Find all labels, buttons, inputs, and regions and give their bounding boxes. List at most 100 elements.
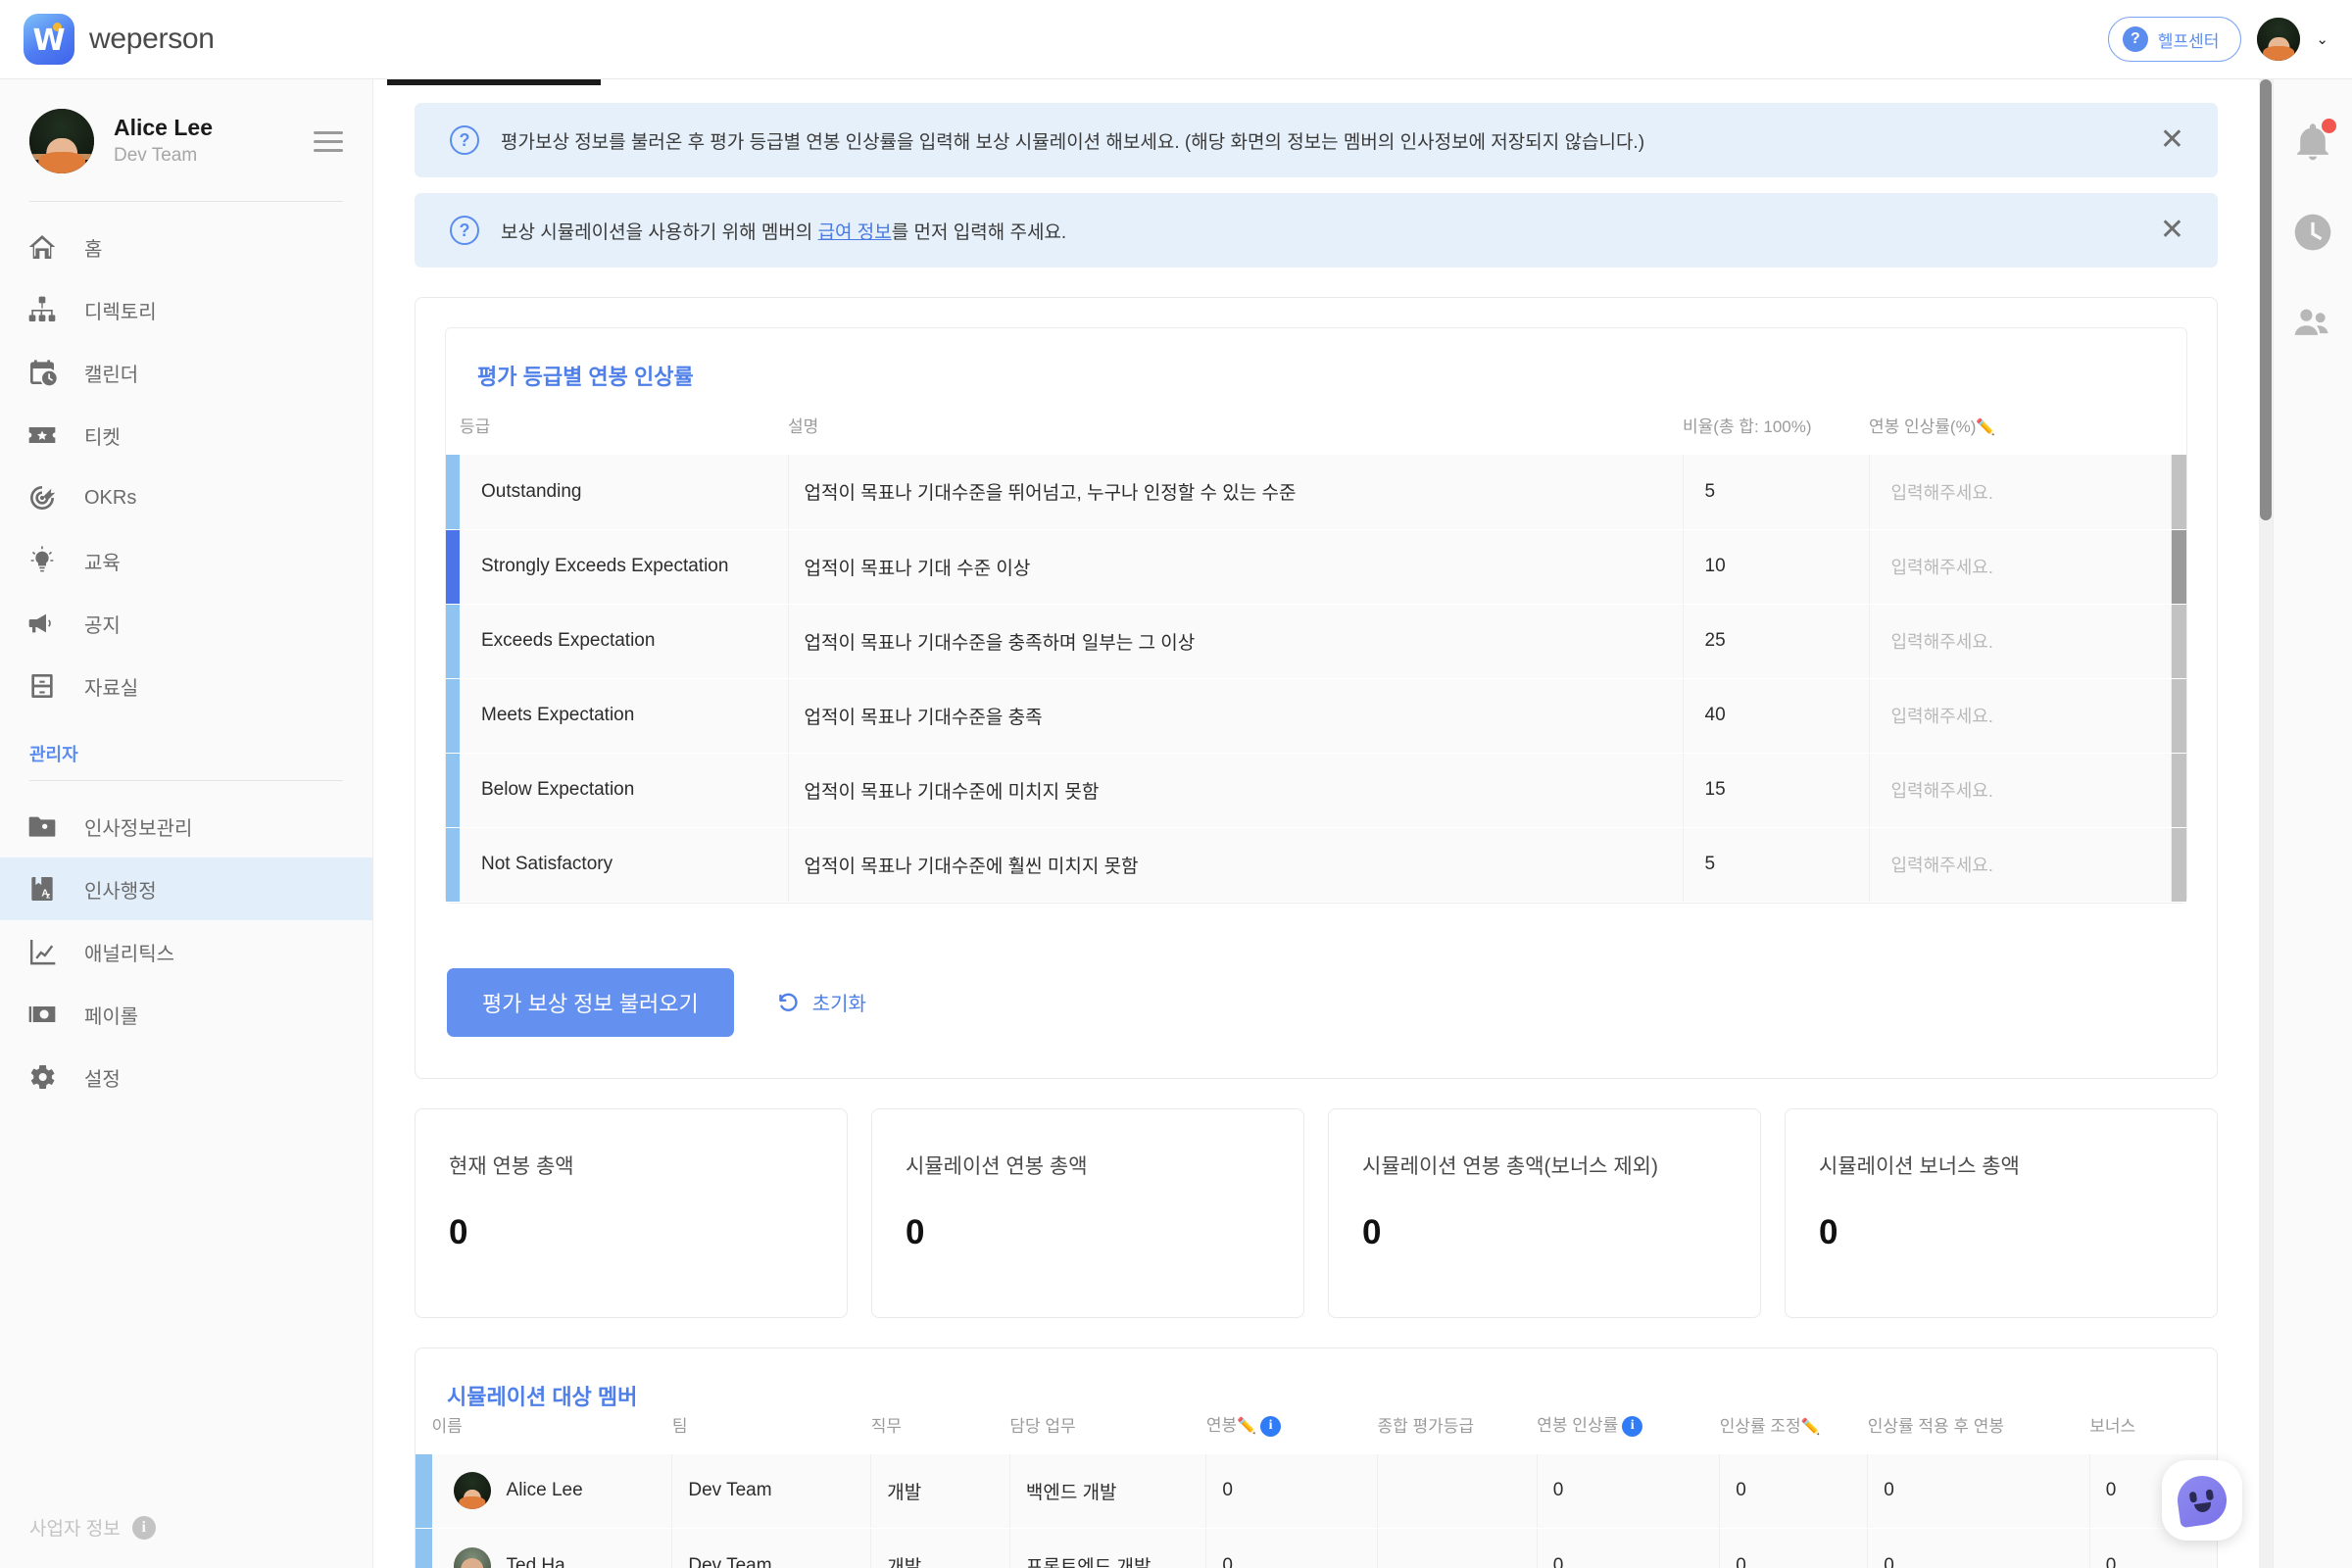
- grade-raise-input[interactable]: 입력해주세요.: [1869, 455, 2172, 530]
- gear-icon: [25, 1060, 59, 1094]
- table-row[interactable]: Exceeds Expectation 업적이 목표나 기대수준을 충족하며 일…: [446, 604, 2186, 679]
- page-scrollbar[interactable]: [2259, 79, 2273, 1568]
- close-icon[interactable]: ✕: [2160, 216, 2184, 245]
- sidebar-item-directory[interactable]: 디렉토리: [0, 278, 372, 341]
- member-table-body: Alice Lee Dev Team 개발 백엔드 개발 0 0 0 0 0 T…: [416, 1453, 2217, 1568]
- info-icon[interactable]: i: [1260, 1415, 1282, 1437]
- top-bar: W weperson ? 헬프센터 ⌄: [0, 0, 2352, 79]
- table-row[interactable]: Meets Expectation 업적이 목표나 기대수준을 충족 40 입력…: [446, 678, 2186, 754]
- sidebar-item-education[interactable]: 교육: [0, 529, 372, 592]
- sidebar-item-hr-info[interactable]: 인사정보관리: [0, 795, 372, 858]
- help-center-button[interactable]: ? 헬프센터: [2107, 17, 2242, 62]
- grade-raise-input[interactable]: 입력해주세요.: [1869, 753, 2172, 828]
- notification-badge: [2322, 119, 2336, 133]
- question-circle-icon: ?: [450, 125, 479, 155]
- summary-stats: 현재 연봉 총액 0 시뮬레이션 연봉 총액 0 시뮬레이션 연봉 총액(보너스…: [415, 1107, 2218, 1318]
- chat-mouth: [2194, 1501, 2213, 1514]
- alert-banner-simulation-info: ? 평가보상 정보를 불러온 후 평가 등급별 연봉 인상률을 입력해 보상 시…: [415, 103, 2218, 177]
- sidebar-item-analytics[interactable]: 애널리틱스: [0, 920, 372, 983]
- avatar[interactable]: [2257, 18, 2301, 61]
- member-salary[interactable]: 0: [1205, 1528, 1378, 1568]
- member-raise-adjust[interactable]: 0: [1719, 1528, 1869, 1568]
- member-table: 이름 팀 직무 담당 업무 연봉✏️ i 종합 평가등급 연봉 인상률 i 인상률 …: [416, 1411, 2217, 1568]
- clock-icon[interactable]: [2291, 211, 2334, 254]
- grade-raise-input[interactable]: 입력해주세요.: [1869, 827, 2172, 903]
- grade-raise-input[interactable]: 입력해주세요.: [1869, 604, 2172, 679]
- archive-icon: [25, 669, 59, 703]
- lightbulb-icon: [25, 544, 59, 577]
- member-col-duty: 담당 업무: [1009, 1416, 1076, 1436]
- sidebar-item-calendar[interactable]: 캘린더: [0, 341, 372, 404]
- grade-desc: 업적이 목표나 기대수준에 미치지 못함: [788, 753, 1684, 828]
- target-icon: [25, 481, 59, 514]
- grade-table-body: Outstanding 업적이 목표나 기대수준을 뛰어넘고, 누구나 인정할 …: [446, 455, 2186, 903]
- sidebar-item-ticket[interactable]: 티켓: [0, 404, 372, 466]
- brand-logo[interactable]: W weperson: [0, 14, 215, 65]
- table-row[interactable]: Outstanding 업적이 목표나 기대수준을 뛰어넘고, 누구나 인정할 …: [446, 455, 2186, 530]
- card-title: 시뮬레이션 대상 멤버: [447, 1384, 638, 1409]
- grade-desc: 업적이 목표나 기대수준을 충족하며 일부는 그 이상: [788, 604, 1684, 679]
- sidebar-item-hr-admin[interactable]: Az 인사행정: [0, 858, 372, 920]
- stat-card-current-total-salary: 현재 연봉 총액 0: [415, 1107, 848, 1318]
- sidebar-user[interactable]: Alice Lee Dev Team: [0, 79, 372, 173]
- main-content: ? 평가보상 정보를 불러온 후 평가 등급별 연봉 인상률을 입력해 보상 시…: [373, 79, 2259, 1568]
- close-icon[interactable]: ✕: [2160, 125, 2184, 155]
- grade-desc: 업적이 목표나 기대 수준 이상: [788, 529, 1684, 605]
- alert-message: 평가보상 정보를 불러온 후 평가 등급별 연봉 인상률을 입력해 보상 시뮬레…: [501, 131, 1645, 153]
- member-raise-adjust[interactable]: 0: [1719, 1453, 1869, 1530]
- grade-col-ratio: 비율(총 합: 100%): [1683, 417, 1812, 436]
- grade-raise-input[interactable]: 입력해주세요.: [1869, 678, 2172, 754]
- member-team: Dev Team: [671, 1528, 872, 1568]
- row-accent-bar: [446, 678, 460, 754]
- sidebar-item-payroll[interactable]: 페이롤: [0, 983, 372, 1046]
- table-row[interactable]: Strongly Exceeds Expectation 업적이 목표나 기대 …: [446, 529, 2186, 605]
- row-scroll-indicator: [2171, 827, 2186, 903]
- stat-value: 0: [1362, 1212, 1382, 1251]
- load-evaluation-compensation-button[interactable]: 평가 보상 정보 불러오기: [447, 967, 734, 1037]
- weperson-logo-icon: W: [24, 14, 74, 65]
- table-row[interactable]: Ted Ha Dev Team 개발 프론트엔드 개발 0 0 0 0 0: [416, 1528, 2217, 1568]
- chat-bubble-face-icon[interactable]: [2162, 1460, 2242, 1541]
- chevron-down-icon[interactable]: ⌄: [2316, 30, 2328, 48]
- hamburger-icon[interactable]: [314, 130, 343, 152]
- member-col-name: 이름: [431, 1416, 463, 1436]
- sidebar-item-label: 설정: [84, 1068, 121, 1091]
- scrollbar-thumb[interactable]: [2260, 79, 2272, 520]
- avatar: [453, 1546, 491, 1568]
- business-info[interactable]: 사업자 정보 i: [29, 1514, 156, 1541]
- grade-table: 등급 설명 비율(총 합: 100%) 연봉 인상률(%)✏️ Outstand…: [446, 413, 2186, 903]
- row-accent-bar: [446, 753, 460, 828]
- table-row[interactable]: Below Expectation 업적이 목표나 기대수준에 미치지 못함 1…: [446, 753, 2186, 828]
- grade-name: Meets Expectation: [460, 678, 789, 754]
- table-row[interactable]: Not Satisfactory 업적이 목표나 기대수준에 훨씬 미치지 못함…: [446, 827, 2186, 903]
- content-area: ? 평가보상 정보를 불러온 후 평가 등급별 연봉 인상률을 입력해 보상 시…: [373, 79, 2259, 1568]
- reset-button-label: 초기화: [811, 994, 866, 1015]
- pencil-icon: ✏️: [1237, 1417, 1257, 1435]
- book-az-icon: Az: [25, 872, 59, 906]
- table-row[interactable]: Alice Lee Dev Team 개발 백엔드 개발 0 0 0 0 0: [416, 1453, 2217, 1530]
- sidebar-item-label: 캘린더: [84, 364, 139, 386]
- member-job: 개발: [870, 1453, 1010, 1530]
- salary-info-link[interactable]: 급여 정보: [818, 222, 892, 243]
- grade-raise-input[interactable]: 입력해주세요.: [1869, 529, 2172, 605]
- member-team: Dev Team: [671, 1453, 872, 1530]
- sidebar-item-home[interactable]: 홈: [0, 216, 372, 278]
- member-salary[interactable]: 0: [1205, 1453, 1378, 1530]
- reset-button[interactable]: 초기화: [775, 988, 866, 1016]
- info-icon[interactable]: i: [1622, 1415, 1643, 1437]
- megaphone-icon: [25, 607, 59, 640]
- question-mark-icon: ?: [2122, 26, 2148, 52]
- member-col-salary-after: 인상률 적용 후 연봉: [1867, 1416, 2004, 1436]
- sidebar-item-notice[interactable]: 공지: [0, 592, 372, 655]
- sidebar-item-settings[interactable]: 설정: [0, 1046, 372, 1108]
- sidebar-item-library[interactable]: 자료실: [0, 655, 372, 717]
- grade-ratio: 40: [1683, 678, 1870, 754]
- people-icon[interactable]: [2291, 301, 2334, 344]
- sidebar-item-okrs[interactable]: OKRs: [0, 466, 372, 529]
- member-col-grade: 종합 평가등급: [1377, 1416, 1475, 1436]
- sidebar-item-label: 인사정보관리: [84, 817, 193, 840]
- stat-title: 현재 연봉 총액: [449, 1154, 574, 1178]
- bell-icon[interactable]: [2291, 119, 2336, 164]
- alert-text-before: 보상 시뮬레이션을 사용하기 위해 멤버의: [501, 221, 818, 243]
- input-placeholder: 입력해주세요.: [1890, 482, 1993, 503]
